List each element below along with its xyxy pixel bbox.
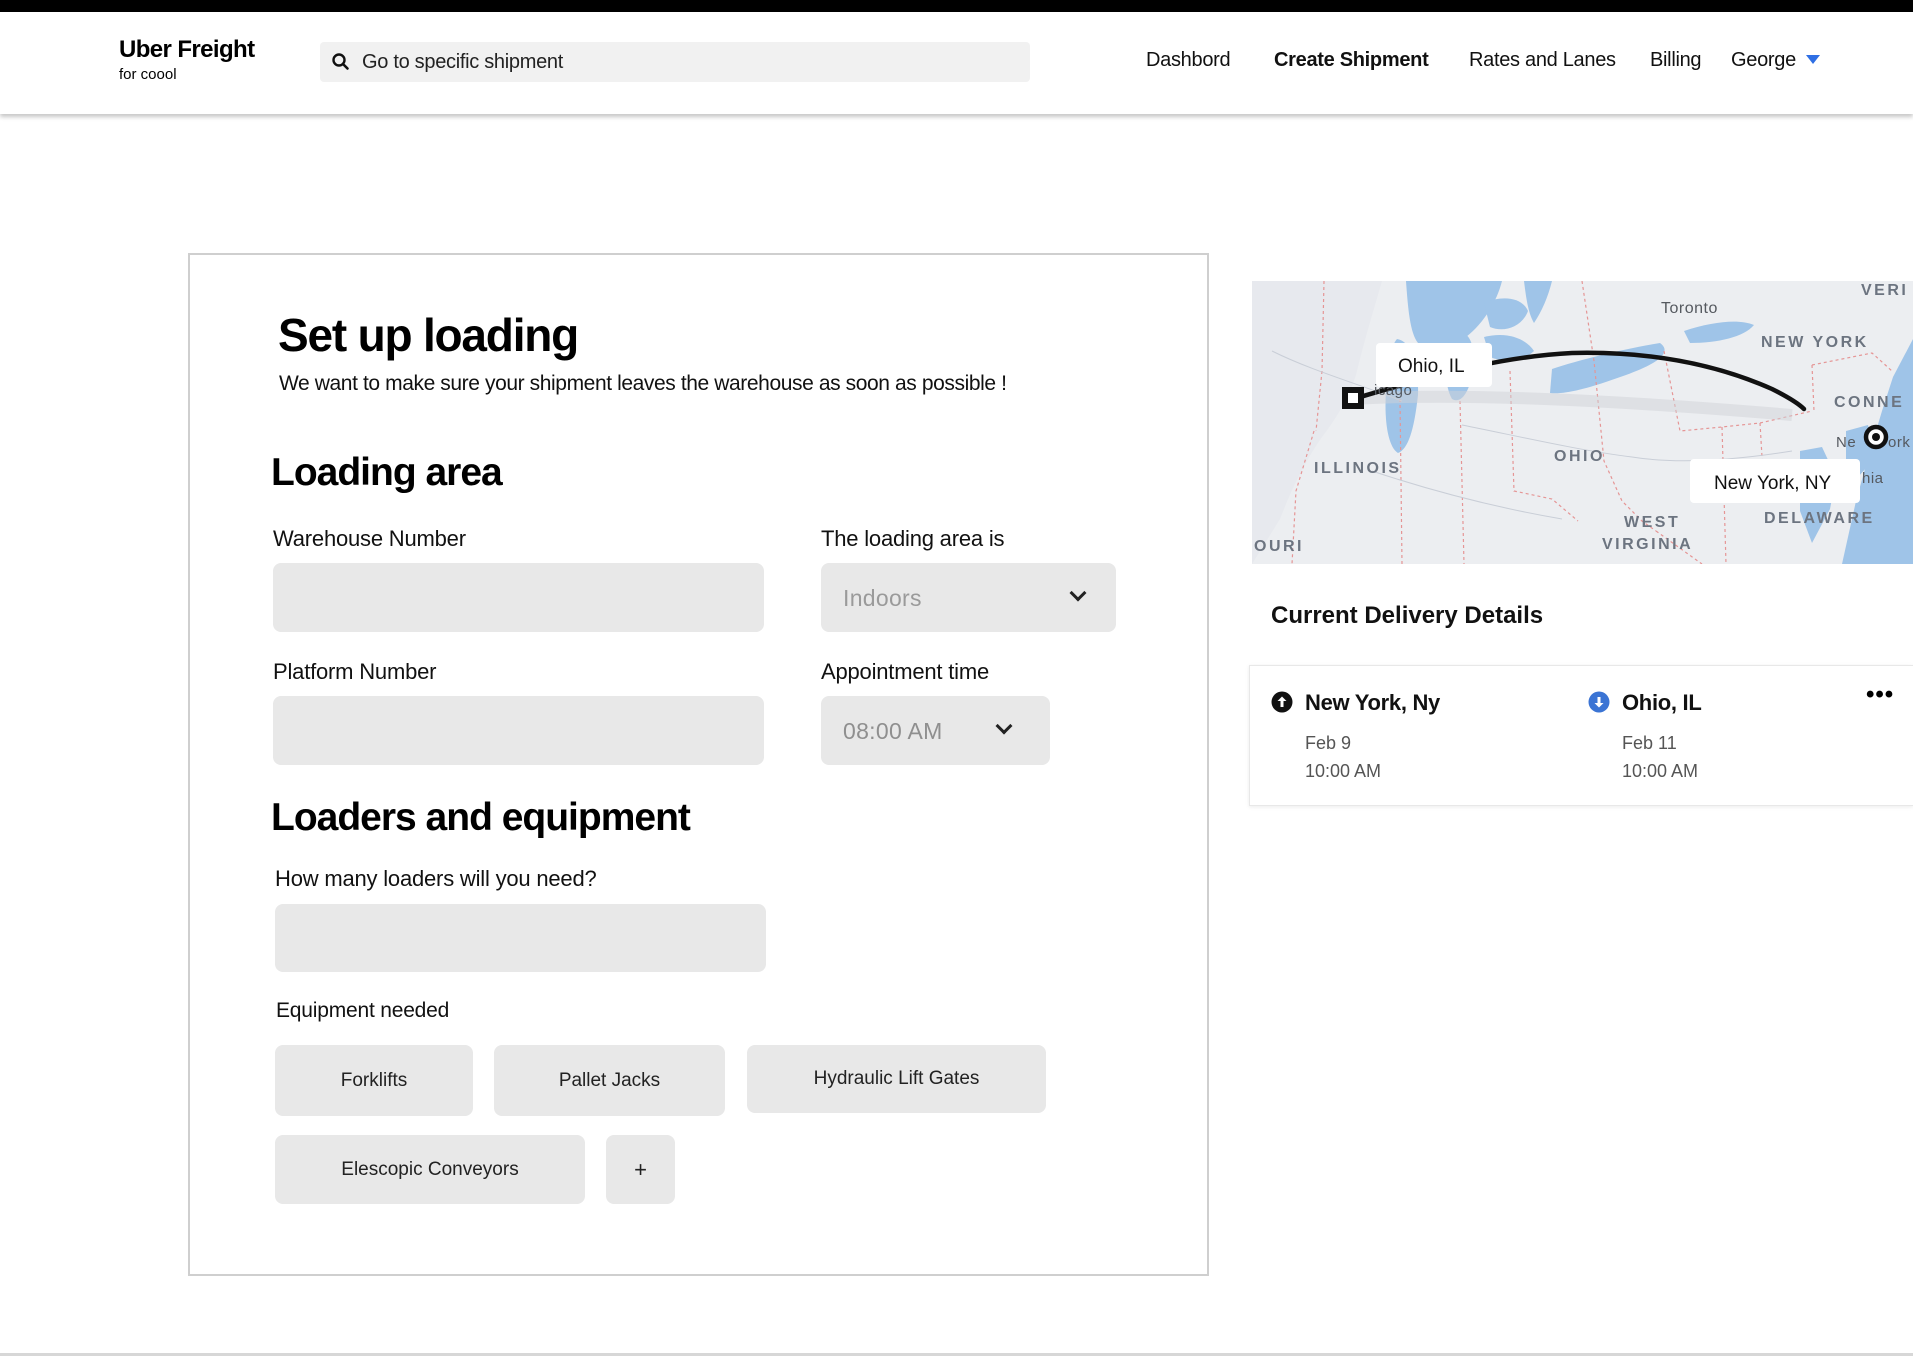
loading-area-type-select[interactable]: Indoors (821, 563, 1116, 632)
nav-rates-and-lanes[interactable]: Rates and Lanes (1469, 49, 1616, 72)
map-label-vermont: VERI (1861, 282, 1908, 299)
app-header: Uber Freight for coool Dashbord Create S… (0, 12, 1913, 114)
nav-create-shipment[interactable]: Create Shipment (1274, 49, 1429, 72)
map-label-new-york-city-b: ork (1888, 434, 1910, 451)
map-label-west: WEST (1624, 514, 1680, 531)
map-label-connecticut: CONNE (1834, 394, 1904, 411)
appointment-time-select[interactable]: 08:00 AM (821, 696, 1050, 765)
map-label-missouri: OURI (1254, 538, 1304, 555)
chevron-down-icon[interactable] (1806, 55, 1820, 64)
top-black-bar (0, 0, 1913, 12)
map-label-ohio: OHIO (1554, 448, 1605, 465)
search-input[interactable] (362, 42, 1012, 82)
origin-map-tooltip[interactable]: Ohio, IL (1376, 343, 1492, 387)
more-options-icon[interactable]: ••• (1866, 683, 1894, 707)
map-label-new-york: NEW YORK (1761, 334, 1869, 351)
user-menu[interactable]: George (1731, 49, 1796, 72)
platform-number-field[interactable] (273, 696, 764, 765)
destination-date: Feb 11 (1622, 733, 1677, 753)
arrow-down-circle-icon (1588, 691, 1610, 713)
search-bar[interactable] (320, 42, 1030, 82)
origin-date: Feb 9 (1305, 733, 1352, 753)
appointment-time-value: 08:00 AM (843, 718, 943, 744)
loaders-count-label: How many loaders will you need? (275, 866, 597, 891)
arrow-up-circle-icon (1271, 691, 1293, 713)
chevron-down-icon (1069, 584, 1087, 602)
page-subtitle: We want to make sure your shipment leave… (279, 372, 1007, 395)
map-label-virginia: VIRGINIA (1602, 536, 1693, 553)
chevron-down-icon (995, 717, 1013, 735)
loaders-count-field[interactable] (275, 904, 766, 972)
platform-number-label: Platform Number (273, 659, 437, 684)
footer-divider (0, 1353, 1913, 1356)
loading-area-heading: Loading area (271, 451, 503, 494)
map-label-illinois: ILLINOIS (1314, 460, 1402, 477)
search-icon (332, 53, 349, 70)
map-graphic: VERI Toronto NEW YORK CONNE ILLINOIS OHI… (1252, 281, 1913, 564)
destination-map-tooltip[interactable]: New York, NY (1690, 459, 1860, 503)
map-label-delaware: DELAWARE (1764, 510, 1875, 527)
page-title: Set up loading (278, 309, 579, 361)
loading-area-type-label: The loading area is (821, 526, 1005, 551)
equipment-chip-hydraulic-lift-gates[interactable]: Hydraulic Lift Gates (747, 1045, 1046, 1113)
origin-location-name: New York, Ny (1305, 690, 1440, 715)
destination-location-name: Ohio, IL (1622, 690, 1702, 715)
origin-map-label: Ohio, IL (1398, 356, 1465, 377)
loading-area-type-value: Indoors (843, 585, 922, 611)
equipment-chip-forklifts[interactable]: Forklifts (275, 1045, 473, 1116)
warehouse-number-field[interactable] (273, 563, 764, 632)
loaders-heading: Loaders and equipment (271, 796, 691, 839)
map-label-new-york-city-a: Ne (1836, 434, 1856, 451)
appointment-time-label: Appointment time (821, 659, 989, 684)
destination-time: 10:00 AM (1622, 761, 1699, 781)
equipment-label: Equipment needed (276, 999, 450, 1022)
add-equipment-button[interactable]: + (606, 1135, 675, 1204)
equipment-chip-pallet-jacks[interactable]: Pallet Jacks (494, 1045, 725, 1116)
route-map[interactable]: VERI Toronto NEW YORK CONNE ILLINOIS OHI… (1252, 281, 1913, 564)
warehouse-number-label: Warehouse Number (273, 526, 466, 551)
equipment-chip-telescopic-conveyors[interactable]: Elescopic Conveyors (275, 1135, 585, 1204)
origin-time: 10:00 AM (1305, 761, 1382, 781)
nav-billing[interactable]: Billing (1650, 49, 1702, 72)
destination-map-label: New York, NY (1714, 473, 1832, 494)
map-label-toronto: Toronto (1661, 300, 1718, 317)
delivery-details-title: Current Delivery Details (1271, 602, 1544, 629)
nav-dashboard[interactable]: Dashbord (1146, 49, 1231, 72)
brand-title[interactable]: Uber Freight (119, 36, 255, 64)
map-label-philadelphia: hia (1862, 470, 1884, 487)
brand-subtitle: for coool (119, 66, 177, 83)
